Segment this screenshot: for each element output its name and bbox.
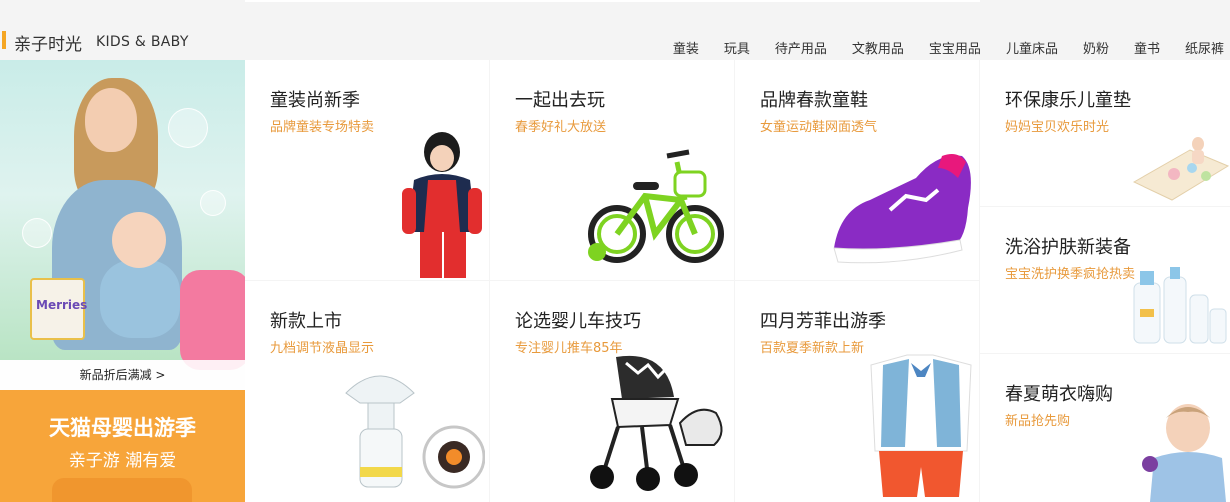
merries-package: Merries: [30, 278, 87, 340]
stroller-image: [590, 355, 723, 491]
banner-slogan: 亲子游 潮有爱: [68, 451, 177, 471]
promo-banner[interactable]: Merries 新品折后满减 > 天猫母婴出游季 亲子游 潮有爱: [0, 60, 245, 502]
card-subtitle: 品牌童装专场特卖: [270, 120, 375, 135]
girl-outfit-image: [402, 132, 482, 278]
card-subtitle: 新品抢先购: [1005, 414, 1071, 429]
kids-bike-image: [588, 149, 724, 263]
product-card-new-arrivals[interactable]: 新款上市 九档调节液晶显示: [245, 281, 489, 502]
nav-link-kids-bedding[interactable]: 儿童床品: [1006, 38, 1058, 57]
card-title: 品牌春款童鞋: [760, 90, 868, 111]
bubble-decoration: [200, 190, 226, 216]
nav-link-toys[interactable]: 玩具: [724, 38, 750, 57]
card-title: 一起出去玩: [515, 90, 605, 111]
card-title: 论选婴儿车技巧: [515, 311, 641, 332]
card-title: 新款上市: [270, 311, 342, 332]
floor-header: 亲子时光 KIDS & BABY 童装 玩具 待产用品 文教用品 宝宝用品 儿童…: [0, 28, 1230, 60]
top-divider: [245, 0, 980, 2]
product-card-kids-clothing[interactable]: 童装尚新季 品牌童装专场特卖: [245, 60, 489, 280]
boy-outfit-image: [870, 354, 972, 497]
product-card-play-mat[interactable]: 环保康乐儿童垫 妈妈宝贝欢乐时光: [980, 60, 1230, 206]
nav-link-kids-books[interactable]: 童书: [1134, 38, 1160, 57]
banner-headline-block: 天猫母婴出游季 亲子游 潮有爱: [0, 390, 245, 502]
floor-title: 亲子时光: [14, 35, 82, 55]
banner-caption-link[interactable]: 新品折后满减 >: [0, 360, 245, 390]
toddler-boy-image: [1142, 404, 1226, 502]
accent-bar: [2, 31, 6, 49]
floor-subtitle: KIDS & BABY: [96, 34, 189, 50]
product-card-outdoor-play[interactable]: 一起出去玩 春季好礼大放送: [490, 60, 734, 280]
card-title: 春夏萌衣嗨购: [1005, 384, 1113, 405]
banner-headline: 天猫母婴出游季: [49, 416, 196, 440]
nav-link-stationery[interactable]: 文教用品: [852, 38, 904, 57]
card-title: 环保康乐儿童垫: [1005, 90, 1131, 111]
card-subtitle: 宝宝洗护换季疯抢热卖: [1005, 267, 1136, 282]
card-subtitle: 百款夏季新款上新: [760, 341, 865, 356]
bath-products-image: [1133, 267, 1227, 344]
nav-link-milk-powder[interactable]: 奶粉: [1083, 38, 1109, 57]
category-nav: 童装 玩具 待产用品 文教用品 宝宝用品 儿童床品 奶粉 童书 纸尿裤: [673, 38, 1224, 57]
card-subtitle: 女童运动鞋网面透气: [760, 120, 878, 135]
bubble-decoration: [168, 108, 208, 148]
mother-baby-photo: Merries: [0, 60, 245, 370]
product-card-bath-skincare[interactable]: 洗浴护肤新装备 宝宝洗护换季疯抢热卖: [980, 207, 1230, 353]
card-title: 洗浴护肤新装备: [1005, 237, 1131, 258]
nav-link-baby-supplies[interactable]: 宝宝用品: [929, 38, 981, 57]
play-mat-image: [1132, 137, 1230, 201]
kids-baby-floor: 亲子时光 KIDS & BABY 童装 玩具 待产用品 文教用品 宝宝用品 儿童…: [0, 0, 1230, 502]
purple-sneaker-image: [833, 154, 971, 264]
product-card-spring-summer-wear[interactable]: 春夏萌衣嗨购 新品抢先购: [980, 354, 1230, 502]
breast-pump-image: [345, 375, 485, 489]
nav-link-maternity[interactable]: 待产用品: [775, 38, 827, 57]
card-subtitle: 春季好礼大放送: [515, 120, 607, 135]
product-card-kids-shoes[interactable]: 品牌春款童鞋 女童运动鞋网面透气: [735, 60, 979, 280]
banner-tab-decoration: [52, 478, 192, 502]
bubble-decoration: [22, 218, 52, 248]
card-title: 童装尚新季: [270, 90, 360, 111]
product-card-spring-outing[interactable]: 四月芳菲出游季 百款夏季新款上新: [735, 281, 979, 502]
card-subtitle: 妈妈宝贝欢乐时光: [1005, 120, 1110, 135]
nav-link-diapers[interactable]: 纸尿裤: [1185, 38, 1224, 57]
card-title: 四月芳菲出游季: [760, 311, 886, 332]
nav-link-childrens-clothing[interactable]: 童装: [673, 38, 699, 57]
product-card-stroller[interactable]: 论选婴儿车技巧 专注婴儿推车85年: [490, 281, 734, 502]
